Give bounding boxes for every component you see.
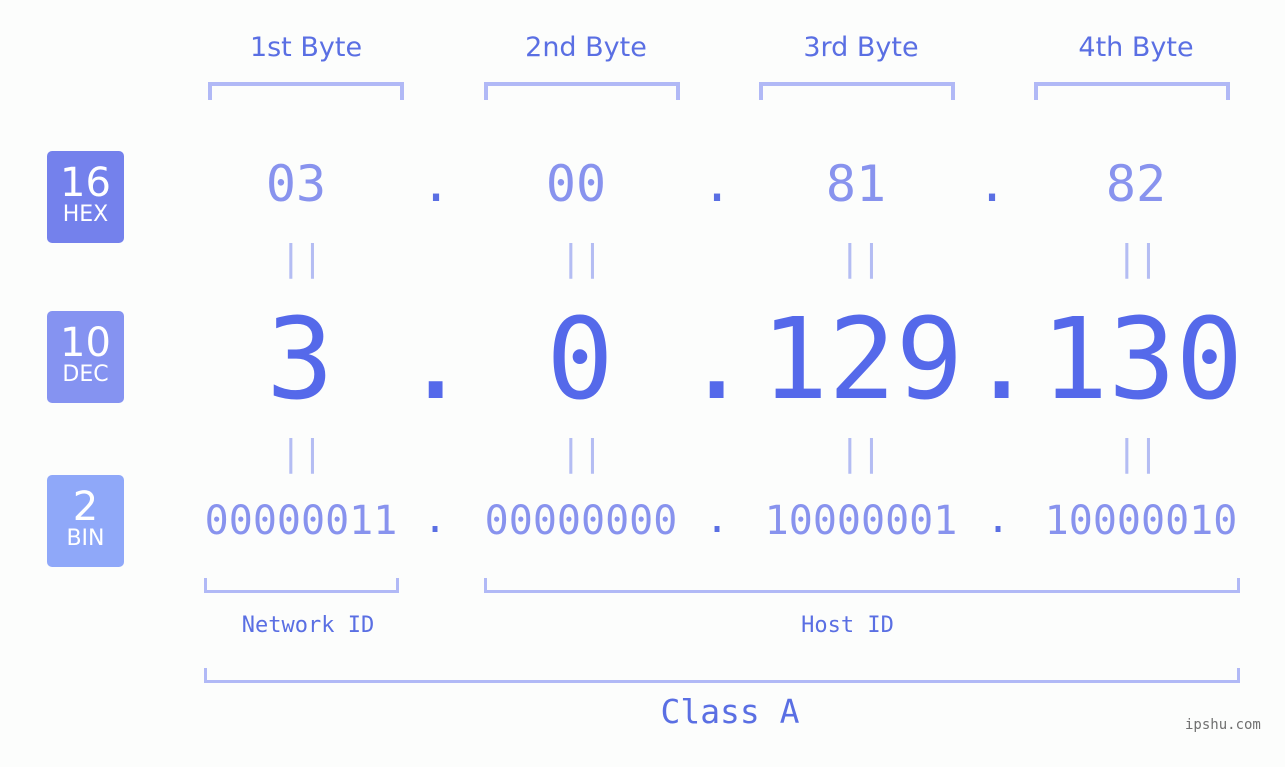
byte-bracket-1 — [208, 82, 404, 100]
byte-header-1: 1st Byte — [249, 32, 363, 63]
dec-byte-3: 129 — [760, 295, 964, 425]
equals-sign: || — [839, 433, 883, 474]
bin-byte-3: 10000001 — [764, 498, 958, 544]
dec-base-label: DEC — [62, 362, 109, 387]
dec-badge: 10 DEC — [47, 311, 124, 403]
hex-separator-2: . — [701, 155, 733, 213]
class-label: Class A — [660, 692, 800, 731]
byte-header-2: 2nd Byte — [525, 32, 647, 63]
network-id-bracket — [204, 578, 399, 593]
watermark: ipshu.com — [1185, 717, 1261, 733]
bin-base-label: BIN — [66, 526, 105, 551]
hex-base-number: 16 — [60, 160, 111, 206]
equals-sign: || — [280, 433, 324, 474]
dec-base-number: 10 — [60, 320, 111, 366]
equals-sign: || — [280, 238, 324, 279]
bin-badge: 2 BIN — [47, 475, 124, 567]
byte-bracket-3 — [759, 82, 955, 100]
host-id-label: Host ID — [801, 613, 894, 638]
byte-bracket-4 — [1034, 82, 1230, 100]
bin-base-number: 2 — [72, 484, 99, 530]
network-id-label: Network ID — [241, 613, 375, 638]
equals-sign: || — [1116, 238, 1160, 279]
bin-separator-1: . — [422, 496, 448, 542]
hex-separator-3: . — [976, 155, 1008, 213]
bin-byte-4: 10000010 — [1044, 498, 1238, 544]
class-bracket — [204, 668, 1240, 683]
equals-sign: || — [560, 433, 604, 474]
dec-byte-2: 0 — [546, 295, 614, 425]
hex-byte-1: 03 — [265, 155, 327, 213]
equals-sign: || — [560, 238, 604, 279]
byte-header-4: 4th Byte — [1078, 32, 1194, 63]
equals-sign: || — [839, 238, 883, 279]
bin-byte-1: 00000011 — [204, 498, 398, 544]
dec-byte-1: 3 — [266, 295, 334, 425]
equals-sign: || — [1116, 433, 1160, 474]
host-id-bracket — [484, 578, 1240, 593]
byte-header-3: 3rd Byte — [803, 32, 919, 63]
bin-byte-2: 00000000 — [484, 498, 678, 544]
hex-base-label: HEX — [62, 202, 109, 227]
hex-byte-3: 81 — [825, 155, 887, 213]
hex-separator-1: . — [420, 155, 452, 213]
hex-byte-4: 82 — [1105, 155, 1167, 213]
dec-byte-4: 130 — [1040, 295, 1244, 425]
hex-byte-2: 00 — [545, 155, 607, 213]
byte-bracket-2 — [484, 82, 680, 100]
hex-badge: 16 HEX — [47, 151, 124, 243]
